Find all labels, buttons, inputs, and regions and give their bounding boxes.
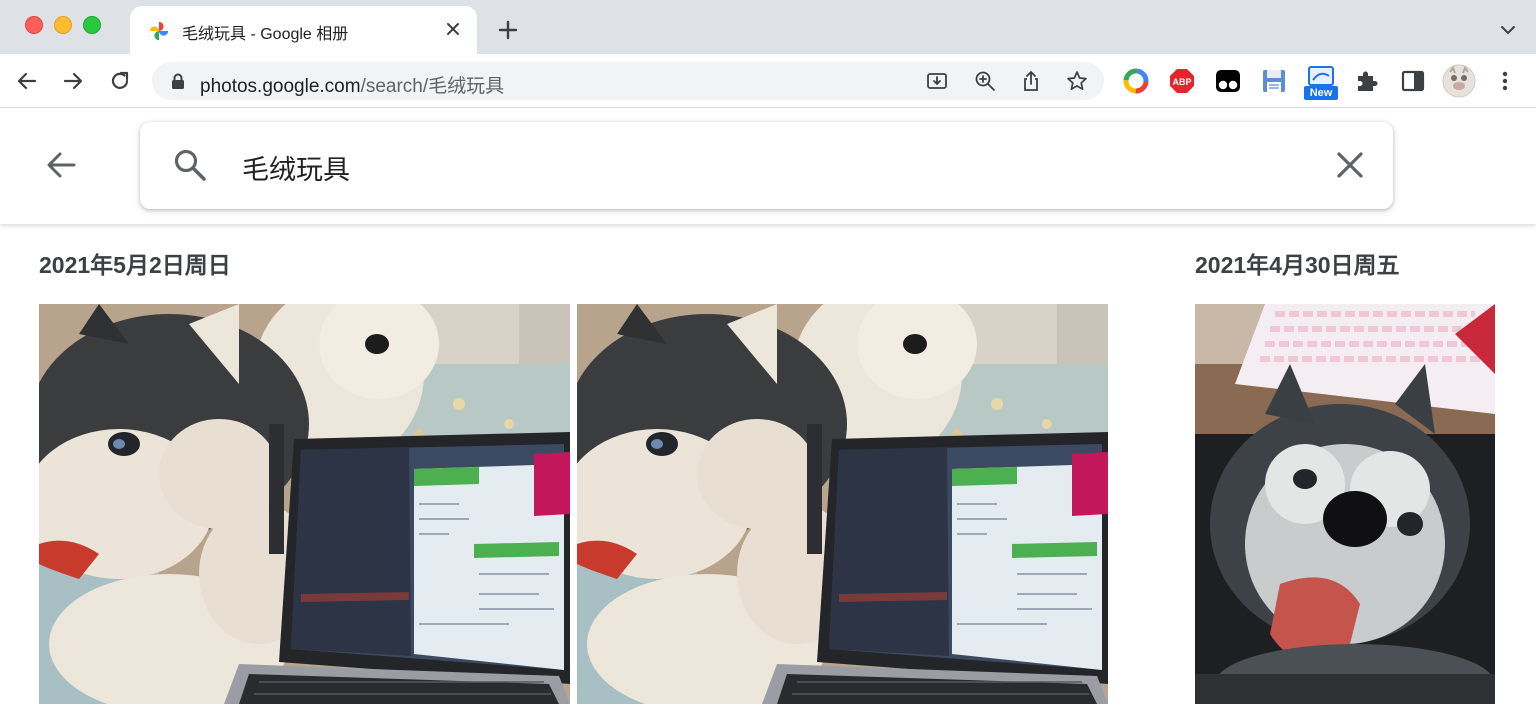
lock-icon[interactable]: [170, 73, 186, 89]
back-arrow-icon[interactable]: [42, 146, 80, 184]
chevron-down-icon[interactable]: [1498, 20, 1518, 40]
date-group-label: 2021年5月2日周日: [39, 252, 231, 278]
browser-toolbar: photos.google.com/search/毛绒玩具 ABP New: [0, 54, 1536, 108]
new-badge: New: [1304, 86, 1338, 100]
search-box[interactable]: 毛绒玩具: [140, 122, 1393, 209]
photo-thumbnail[interactable]: [577, 304, 1108, 704]
zoom-icon[interactable]: [974, 70, 996, 92]
reload-icon[interactable]: [107, 68, 133, 94]
plush-husky-keyboard-photo: [1195, 304, 1495, 704]
adblock-plus-icon[interactable]: ABP: [1168, 67, 1196, 95]
screenshot-extension-icon: [1308, 66, 1334, 86]
plush-husky-laptop-photo: [39, 304, 570, 704]
url-path: /search/毛绒玩具: [360, 76, 505, 97]
url-host: photos.google.com: [200, 76, 361, 97]
search-header: 毛绒玩具: [0, 108, 1536, 224]
tampermonkey-icon[interactable]: [1214, 67, 1242, 95]
bookmark-star-icon[interactable]: [1066, 70, 1088, 92]
close-icon[interactable]: [1333, 148, 1367, 182]
photo-thumbnail[interactable]: [1195, 304, 1495, 704]
search-input[interactable]: 毛绒玩具: [242, 148, 350, 187]
close-window-button[interactable]: [25, 16, 43, 34]
share-icon[interactable]: [1020, 70, 1042, 92]
maximize-window-button[interactable]: [83, 16, 101, 34]
more-menu-icon[interactable]: [1492, 67, 1518, 95]
tab-title: 毛绒玩具 - Google 相册: [182, 26, 349, 43]
date-group-label: 2021年4月30日周五: [1195, 252, 1400, 278]
close-tab-icon[interactable]: [441, 17, 465, 41]
color-wheel-extension-icon[interactable]: [1122, 67, 1150, 95]
forward-icon[interactable]: [60, 68, 86, 94]
save-disk-extension-icon[interactable]: [1260, 67, 1288, 95]
side-panel-icon[interactable]: [1399, 67, 1427, 95]
svg-text:ABP: ABP: [1172, 77, 1191, 87]
new-tab-icon[interactable]: [496, 18, 520, 42]
install-app-icon[interactable]: [926, 70, 948, 92]
new-extension-icon[interactable]: New: [1304, 66, 1338, 100]
plush-husky-laptop-photo: [577, 304, 1108, 704]
active-tab[interactable]: 毛绒玩具 - Google 相册: [130, 6, 477, 54]
address-bar[interactable]: photos.google.com/search/毛绒玩具: [152, 62, 1104, 100]
google-photos-pinwheel-icon: [149, 21, 169, 41]
url-text: photos.google.com/search/毛绒玩具: [200, 71, 504, 98]
minimize-window-button[interactable]: [54, 16, 72, 34]
search-icon[interactable]: [172, 147, 208, 183]
photo-thumbnail[interactable]: [39, 304, 570, 704]
profile-avatar[interactable]: [1442, 64, 1476, 98]
extensions-puzzle-icon[interactable]: [1353, 67, 1381, 95]
tab-strip: 毛绒玩具 - Google 相册: [0, 0, 1536, 54]
back-icon[interactable]: [14, 68, 40, 94]
